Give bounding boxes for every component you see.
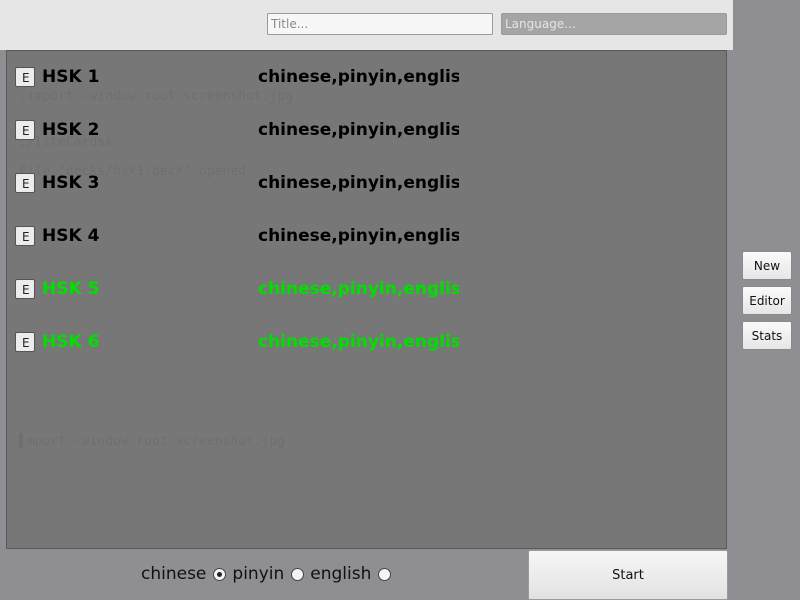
language-radio-group: chinese pinyin english — [141, 562, 397, 586]
english-label: english — [310, 564, 372, 584]
deck-title: HSK 6 — [42, 332, 100, 352]
deck-title: HSK 1 — [42, 67, 100, 87]
deck-languages: chinese,pinyin,english — [258, 332, 459, 352]
start-button[interactable]: Start — [528, 550, 728, 600]
deck-languages: chinese,pinyin,english — [258, 173, 459, 193]
edit-deck-button[interactable]: E — [15, 120, 35, 140]
deck-list: .import -window root screenshot.jpg ./li… — [6, 50, 727, 549]
deck-languages: chinese,pinyin,english — [258, 226, 459, 246]
stats-button[interactable]: Stats — [742, 321, 792, 350]
chinese-radio[interactable] — [213, 567, 227, 581]
chinese-label: chinese — [141, 564, 207, 584]
deck-row-hsk-4[interactable]: E HSK 4 chinese,pinyin,english — [7, 210, 726, 263]
edit-deck-button[interactable]: E — [15, 67, 35, 87]
edit-deck-button[interactable]: E — [15, 173, 35, 193]
deck-row-hsk-6[interactable]: E HSK 6 chinese,pinyin,english — [7, 316, 726, 369]
deck-row-hsk-1[interactable]: E HSK 1 chinese,pinyin,english — [7, 51, 726, 104]
language-choice-bar: chinese pinyin english — [6, 550, 528, 600]
deck-languages: chinese,pinyin,english — [258, 67, 459, 87]
deck-title: HSK 3 — [42, 173, 100, 193]
deck-title: HSK 2 — [42, 120, 100, 140]
edit-deck-button[interactable]: E — [15, 279, 35, 299]
deck-title: HSK 4 — [42, 226, 100, 246]
deck-languages: chinese,pinyin,english — [258, 279, 459, 299]
edit-deck-button[interactable]: E — [15, 226, 35, 246]
pinyin-radio[interactable] — [291, 567, 305, 581]
deck-row-hsk-5[interactable]: E HSK 5 chinese,pinyin,english — [7, 263, 726, 316]
english-radio[interactable] — [378, 567, 392, 581]
new-button[interactable]: New — [742, 251, 792, 280]
edit-deck-button[interactable]: E — [15, 332, 35, 352]
deck-row-hsk-2[interactable]: E HSK 2 chinese,pinyin,english — [7, 104, 726, 157]
deck-row-hsk-3[interactable]: E HSK 3 chinese,pinyin,english — [7, 157, 726, 210]
pinyin-label: pinyin — [232, 564, 285, 584]
deck-title: HSK 5 — [42, 279, 100, 299]
deck-languages: chinese,pinyin,english — [258, 120, 459, 140]
editor-button[interactable]: Editor — [742, 286, 792, 315]
top-bar — [0, 0, 733, 50]
language-input[interactable] — [501, 13, 727, 35]
title-input[interactable] — [267, 13, 493, 35]
terminal-ghost-line: ▌mport -window root screenshot.jpg — [19, 434, 286, 449]
